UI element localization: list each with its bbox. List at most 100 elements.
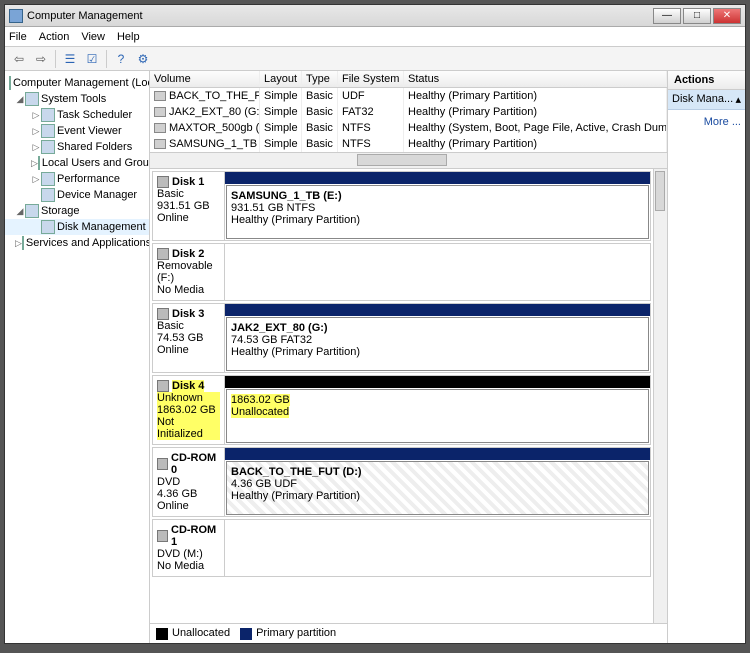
actions-more[interactable]: More ... [668,110,745,134]
partition-bar [225,376,650,388]
legend: Unallocated Primary partition [150,623,667,643]
disk-row[interactable]: Disk 1 Basic 931.51 GB OnlineSAMSUNG_1_T… [152,171,651,241]
disk-info[interactable]: Disk 4 Unknown 1863.02 GB Not Initialize… [153,376,225,444]
drive-icon [157,380,169,392]
clock-icon [41,108,55,122]
disk-partitions [225,520,650,576]
volume-icon [154,91,166,101]
partition-box[interactable]: JAK2_EXT_80 (G:)74.53 GB FAT32Healthy (P… [226,317,649,371]
properties-button[interactable]: ☑ [82,49,102,69]
volume-icon [154,139,166,149]
tree-performance[interactable]: Performance [57,173,120,185]
menu-file[interactable]: File [9,31,27,43]
disk-graphical-view[interactable]: Disk 1 Basic 931.51 GB OnlineSAMSUNG_1_T… [150,169,667,623]
disk-partitions: SAMSUNG_1_TB (E:)931.51 GB NTFSHealthy (… [225,172,650,240]
legend-unallocated-swatch [156,628,168,640]
tree-system-tools[interactable]: System Tools [41,93,106,105]
vertical-scrollbar[interactable] [653,169,667,623]
volume-list[interactable]: Volume Layout Type File System Status BA… [150,71,667,169]
partition-box[interactable]: BACK_TO_THE_FUT (D:)4.36 GB UDFHealthy (… [226,461,649,515]
tree-device-manager[interactable]: Device Manager [57,189,137,201]
forward-button[interactable]: ⇨ [31,49,51,69]
drive-icon [157,308,169,320]
col-status[interactable]: Status [404,71,667,87]
volume-row[interactable]: BACK_TO_THE_FUT (D:)SimpleBasicUDFHealth… [150,88,667,104]
minimize-button[interactable]: — [653,8,681,24]
disk-partitions: BACK_TO_THE_FUT (D:)4.36 GB UDFHealthy (… [225,448,650,516]
device-icon [41,188,55,202]
menubar: File Action View Help [5,27,745,47]
volume-row[interactable]: JAK2_EXT_80 (G:)SimpleBasicFAT32Healthy … [150,104,667,120]
tree-services[interactable]: Services and Applications [26,237,150,249]
tree-local-users[interactable]: Local Users and Groups [42,157,150,169]
drive-icon [157,530,168,542]
partition-box[interactable]: SAMSUNG_1_TB (E:)931.51 GB NTFSHealthy (… [226,185,649,239]
partition-box[interactable]: 1863.02 GBUnallocated [226,389,649,443]
close-button[interactable]: ✕ [713,8,741,24]
partition-bar [225,304,650,316]
tree-root[interactable]: Computer Management (Local [13,77,150,89]
disk-info[interactable]: CD-ROM 1 DVD (M:) No Media [153,520,225,576]
drive-icon [157,248,169,260]
col-type[interactable]: Type [302,71,338,87]
col-layout[interactable]: Layout [260,71,302,87]
tree-task-scheduler[interactable]: Task Scheduler [57,109,132,121]
app-window: Computer Management — □ ✕ File Action Vi… [4,4,746,644]
disk-icon [41,220,55,234]
partition-bar [225,172,650,184]
legend-primary-swatch [240,628,252,640]
col-volume[interactable]: Volume [150,71,260,87]
app-icon [9,9,23,23]
drive-icon [157,176,169,188]
refresh-button[interactable]: ☰ [60,49,80,69]
disk-row[interactable]: Disk 4 Unknown 1863.02 GB Not Initialize… [152,375,651,445]
users-icon [38,156,40,170]
volume-icon [154,123,166,133]
disk-row[interactable]: Disk 3 Basic 74.53 GB OnlineJAK2_EXT_80 … [152,303,651,373]
tree-shared-folders[interactable]: Shared Folders [57,141,132,153]
legend-unallocated: Unallocated [172,627,230,639]
actions-pane: Actions Disk Mana...▴ More ... [667,71,745,643]
disk-info[interactable]: Disk 1 Basic 931.51 GB Online [153,172,225,240]
disk-row[interactable]: CD-ROM 1 DVD (M:) No Media [152,519,651,577]
storage-icon [25,204,39,218]
partition-bar [225,448,650,460]
legend-primary: Primary partition [256,627,336,639]
actions-section[interactable]: Disk Mana...▴ [668,90,745,110]
disk-info[interactable]: Disk 3 Basic 74.53 GB Online [153,304,225,372]
disk-partitions: 1863.02 GBUnallocated [225,376,650,444]
tree-event-viewer[interactable]: Event Viewer [57,125,122,137]
titlebar[interactable]: Computer Management — □ ✕ [5,5,745,27]
disk-info[interactable]: Disk 2 Removable (F:) No Media [153,244,225,300]
menu-view[interactable]: View [81,31,105,43]
horizontal-scrollbar[interactable] [150,152,667,168]
maximize-button[interactable]: □ [683,8,711,24]
disk-partitions: JAK2_EXT_80 (G:)74.53 GB FAT32Healthy (P… [225,304,650,372]
volume-row[interactable]: SAMSUNG_1_TB (E:)SimpleBasicNTFSHealthy … [150,136,667,152]
nav-tree[interactable]: Computer Management (Local ◢System Tools… [5,71,150,643]
tools-icon [25,92,39,106]
folder-icon [41,140,55,154]
toolbar: ⇦ ⇨ ☰ ☑ ? ⚙ [5,47,745,71]
back-button[interactable]: ⇦ [9,49,29,69]
drive-icon [157,458,168,470]
center-pane: Volume Layout Type File System Status BA… [150,71,667,643]
col-filesystem[interactable]: File System [338,71,404,87]
menu-help[interactable]: Help [117,31,140,43]
tree-storage[interactable]: Storage [41,205,80,217]
event-icon [41,124,55,138]
window-title: Computer Management [27,10,653,22]
menu-action[interactable]: Action [39,31,70,43]
disk-partitions [225,244,650,300]
volume-icon [154,107,166,117]
tree-disk-management[interactable]: Disk Management [57,221,146,233]
settings-button[interactable]: ⚙ [133,49,153,69]
disk-row[interactable]: CD-ROM 0 DVD 4.36 GB OnlineBACK_TO_THE_F… [152,447,651,517]
perf-icon [41,172,55,186]
collapse-icon[interactable]: ▴ [735,93,741,106]
disk-info[interactable]: CD-ROM 0 DVD 4.36 GB Online [153,448,225,516]
volume-header[interactable]: Volume Layout Type File System Status [150,71,667,88]
help-button[interactable]: ? [111,49,131,69]
volume-row[interactable]: MAXTOR_500gb (C:)SimpleBasicNTFSHealthy … [150,120,667,136]
disk-row[interactable]: Disk 2 Removable (F:) No Media [152,243,651,301]
